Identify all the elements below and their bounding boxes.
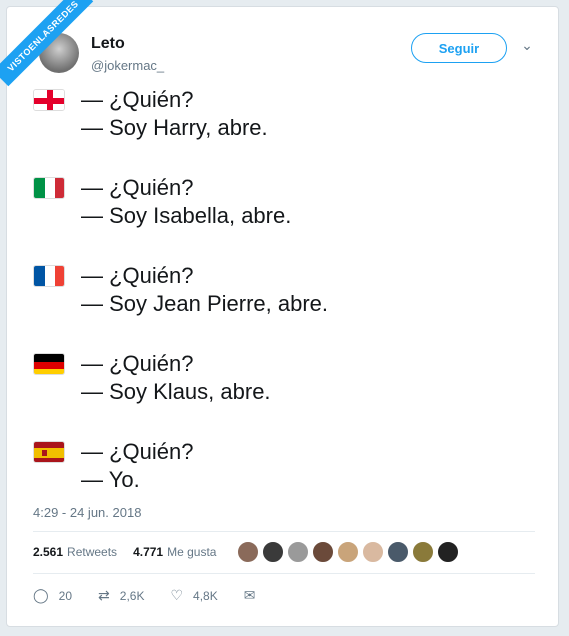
watermark-ribbon: VISTOENLASREDES bbox=[0, 0, 94, 87]
dialog-answer: — Yo. bbox=[81, 467, 140, 492]
dialog-question: — ¿Quién? bbox=[81, 263, 194, 288]
avatar[interactable] bbox=[412, 541, 434, 563]
like-count: 4,8K bbox=[193, 588, 218, 603]
reply-button[interactable]: ◯ 20 bbox=[33, 587, 72, 604]
like-button[interactable]: ♡ 4,8K bbox=[170, 587, 217, 604]
tweet-card: VISTOENLASREDES Leto @jokermac_ Seguir ⌄… bbox=[0, 0, 559, 627]
germany-flag-icon bbox=[33, 353, 65, 375]
follow-button[interactable]: Seguir bbox=[411, 33, 507, 63]
retweet-count: 2,6K bbox=[119, 588, 145, 603]
italy-flag-icon bbox=[33, 177, 65, 199]
avatar[interactable] bbox=[362, 541, 384, 563]
likes-count[interactable]: 4.771 bbox=[133, 545, 163, 559]
stats-bar: 2.561 Retweets 4.771 Me gusta bbox=[33, 545, 216, 559]
chevron-down-icon[interactable]: ⌄ bbox=[519, 37, 535, 53]
retweets-count[interactable]: 2.561 bbox=[33, 545, 63, 559]
user-name[interactable]: Leto bbox=[91, 35, 125, 53]
avatar[interactable] bbox=[337, 541, 359, 563]
retweets-label[interactable]: Retweets bbox=[67, 545, 117, 559]
england-flag-icon bbox=[33, 89, 65, 111]
envelope-icon: ✉ bbox=[243, 587, 256, 603]
message-button[interactable]: ✉ bbox=[244, 587, 266, 604]
dialog-question: — ¿Quién? bbox=[81, 87, 194, 112]
divider bbox=[33, 531, 535, 532]
dialog-answer: — Soy Harry, abre. bbox=[81, 115, 268, 140]
reply-icon: ◯ bbox=[33, 587, 49, 603]
dialog-answer: — Soy Jean Pierre, abre. bbox=[81, 291, 329, 316]
liker-avatars bbox=[237, 541, 459, 563]
spain-flag-icon bbox=[33, 441, 65, 463]
retweet-icon: ⇄ bbox=[98, 587, 110, 603]
likes-label[interactable]: Me gusta bbox=[167, 545, 216, 559]
avatar[interactable] bbox=[287, 541, 309, 563]
heart-icon: ♡ bbox=[170, 587, 184, 603]
avatar[interactable] bbox=[237, 541, 259, 563]
france-flag-icon bbox=[33, 265, 65, 287]
user-handle[interactable]: @jokermac_ bbox=[91, 58, 164, 73]
dialog-answer: — Soy Isabella, abre. bbox=[81, 203, 292, 228]
avatar[interactable] bbox=[262, 541, 284, 563]
dialog-question: — ¿Quién? bbox=[81, 175, 194, 200]
avatar[interactable] bbox=[387, 541, 409, 563]
avatar[interactable] bbox=[437, 541, 459, 563]
dialog-question: — ¿Quién? bbox=[81, 351, 194, 376]
avatar[interactable] bbox=[312, 541, 334, 563]
dialog-answer: — Soy Klaus, abre. bbox=[81, 379, 271, 404]
action-bar: ◯ 20 ⇄ 2,6K ♡ 4,8K ✉ bbox=[33, 587, 291, 604]
timestamp[interactable]: 4:29 - 24 jun. 2018 bbox=[33, 505, 141, 520]
retweet-button[interactable]: ⇄ 2,6K bbox=[98, 587, 144, 604]
reply-count: 20 bbox=[58, 588, 73, 603]
divider bbox=[33, 573, 535, 574]
dialog-question: — ¿Quién? bbox=[81, 439, 194, 464]
